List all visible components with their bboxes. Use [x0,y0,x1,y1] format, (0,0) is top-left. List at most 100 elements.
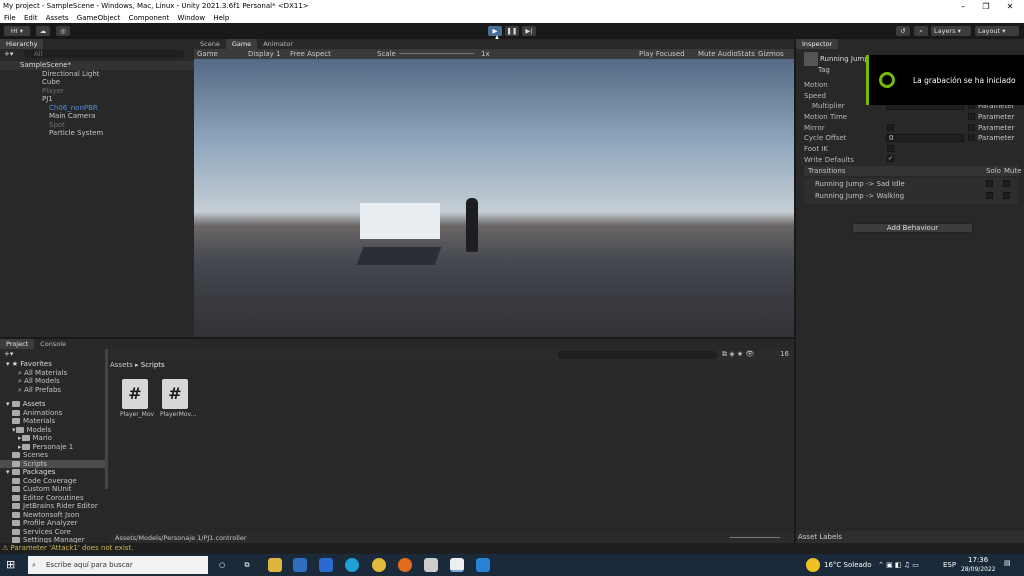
tab-scene[interactable]: Scene [194,39,226,49]
status-bar[interactable]: ⚠ Parameter 'Attack1' does not exist. [0,543,1024,554]
package-item[interactable]: Services Core [0,528,105,537]
cortana-icon[interactable]: ○ [215,558,229,572]
write-defaults-checkbox[interactable]: ✓ [887,155,894,162]
scene-root[interactable]: SampleScene* [0,61,194,70]
step-button[interactable]: ▶| [522,26,536,36]
play-focused-dropdown[interactable]: Play Focused [639,49,685,59]
package-item[interactable]: JetBrains Rider Editor [0,502,105,511]
package-item[interactable]: Code Coverage [0,477,105,486]
maximize-button[interactable]: ❐ [975,0,997,13]
hierarchy-item-main-camera[interactable]: Main Camera [0,112,194,121]
minimize-button[interactable]: – [952,0,974,13]
unity-hub-icon[interactable] [424,558,438,572]
hierarchy-item-cube[interactable]: Cube [0,78,194,87]
mirror-param-checkbox[interactable] [968,124,975,131]
packages-header[interactable]: ▾ Packages [0,468,105,477]
package-item[interactable]: Profile Analyzer [0,519,105,528]
favorites-header[interactable]: ▾ ★ Favorites [0,360,105,369]
mirror-checkbox[interactable] [887,124,894,131]
add-behaviour-button[interactable]: Add Behaviour [852,223,973,233]
project-search-input[interactable] [558,351,718,359]
store-icon[interactable] [293,558,307,572]
clock-date[interactable]: 28/09/2022 [961,566,996,573]
cycle-offset-field[interactable]: 0 [886,134,964,142]
menu-window[interactable]: Window [178,14,206,22]
tab-console[interactable]: Console [34,339,72,349]
collab-icon[interactable]: ◎ [56,26,70,36]
menu-component[interactable]: Component [129,14,170,22]
favorite-item[interactable]: ⌕ All Models [0,377,105,386]
hierarchy-item-ch06[interactable]: Ch06_nonPBR [0,104,194,113]
add-icon[interactable]: +▾ [4,350,13,358]
mute-audio-toggle[interactable]: Mute Audio [698,49,738,59]
game-view-dropdown[interactable]: Game [197,49,218,59]
tab-animator[interactable]: Animator [257,39,299,49]
gizmos-dropdown[interactable]: Gizmos [758,49,784,59]
hierarchy-item-directional-light[interactable]: Directional Light [0,70,194,79]
menu-assets[interactable]: Assets [46,14,69,22]
solo-checkbox[interactable] [986,192,993,199]
favorite-item[interactable]: ⌕ All Materials [0,369,105,378]
tab-inspector[interactable]: Inspector [796,39,839,49]
edge-icon[interactable] [345,558,359,572]
package-item[interactable]: Custom NUnit [0,485,105,494]
taskbar-search-input[interactable]: ⌕ Escribe aquí para buscar [28,556,208,574]
app-icon[interactable] [398,558,412,572]
display-dropdown[interactable]: Display 1 [248,49,280,59]
hierarchy-item-spot[interactable]: Spot [0,121,194,130]
vscode-icon[interactable] [476,558,490,572]
unity-editor-icon[interactable] [450,558,464,572]
script-file-icon[interactable]: # [122,379,148,409]
tab-project[interactable]: Project [0,339,35,349]
hierarchy-item-particle-system[interactable]: Particle System [0,129,194,138]
file-explorer-icon[interactable] [268,558,282,572]
solo-checkbox[interactable] [986,180,993,187]
script-file-label[interactable]: Player_Mov [120,411,154,418]
menu-edit[interactable]: Edit [24,14,38,22]
motion-time-param-checkbox[interactable] [968,113,975,120]
layout-dropdown[interactable]: Layout ▾ [975,26,1019,36]
windows-start-icon[interactable]: ⊞ [6,558,20,572]
add-icon[interactable]: +▾ [4,50,13,58]
favorite-item[interactable]: ⌕ All Prefabs [0,386,105,395]
aspect-dropdown[interactable]: Free Aspect [290,49,331,59]
script-file-icon[interactable]: # [162,379,188,409]
package-item[interactable]: Newtonsoft Json [0,511,105,520]
tree-scrollbar[interactable] [105,349,108,489]
menu-help[interactable]: Help [213,14,229,22]
game-viewport[interactable] [194,59,794,337]
breadcrumb-assets[interactable]: Assets [110,361,133,369]
breadcrumb-scripts[interactable]: Scripts [141,361,165,369]
cycle-param-checkbox[interactable] [968,134,975,141]
hierarchy-search-input[interactable]: All [24,50,184,58]
mute-checkbox[interactable] [1003,180,1010,187]
filter-icons[interactable]: ⧉ ◈ ★ 👁 [722,350,754,359]
state-name[interactable]: Running Jump [820,55,869,63]
cloud-icon[interactable]: ☁ [36,26,50,36]
assets-header[interactable]: ▾ Assets [0,400,105,409]
tab-hierarchy[interactable]: Hierarchy [0,39,44,49]
menu-gameobject[interactable]: GameObject [77,14,121,22]
task-view-icon[interactable]: ⧉ [240,558,254,572]
hierarchy-item-pj1[interactable]: PJ1 [0,95,194,104]
folder-item[interactable]: ▸ Personaje 1 [0,443,105,452]
foot-ik-checkbox[interactable] [887,145,894,152]
script-file-label[interactable]: PlayerMov... [160,411,196,418]
folder-item[interactable]: Animations [0,409,105,418]
notifications-icon[interactable]: ▤ [1004,559,1016,571]
transition-item[interactable]: Running Jump -> Sad Idle [815,179,905,189]
asset-labels-header[interactable]: Asset Labels [796,531,1024,543]
tab-game[interactable]: Game [225,39,258,49]
mail-icon[interactable] [319,558,333,572]
folder-item-selected[interactable]: Scripts [0,459,105,468]
folder-item[interactable]: ▾ Models [0,426,105,435]
search-icon[interactable]: ⌕ [914,26,928,36]
scale-slider[interactable] [399,53,474,54]
menu-file[interactable]: File [4,14,16,22]
mute-checkbox[interactable] [1003,192,1010,199]
weather-text[interactable]: 16°C Soleado [824,561,872,569]
tray-icons[interactable]: ⌃ ▣ ◧ ♫ ▭ [878,561,919,569]
language-indicator[interactable]: ESP [943,561,956,569]
package-item[interactable]: Editor Coroutines [0,494,105,503]
layers-dropdown[interactable]: Layers ▾ [931,26,971,36]
